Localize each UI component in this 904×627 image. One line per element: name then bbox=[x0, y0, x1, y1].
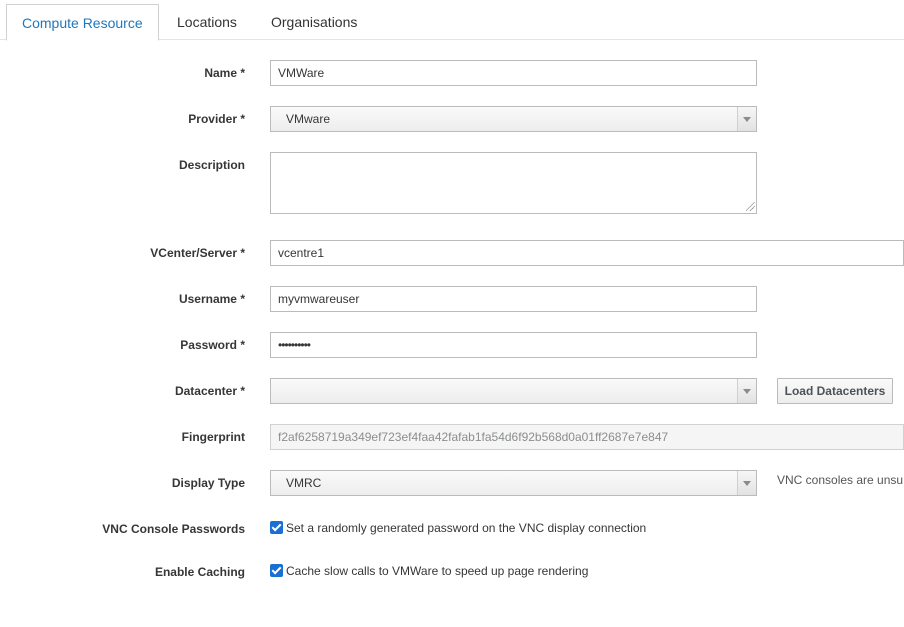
display-type-value: VMRC bbox=[286, 476, 322, 490]
tab-compute-resource[interactable]: Compute Resource bbox=[6, 4, 159, 41]
chevron-down-icon[interactable] bbox=[737, 107, 756, 131]
password-label: Password * bbox=[180, 338, 245, 352]
fingerprint-input[interactable] bbox=[270, 424, 904, 450]
fingerprint-label: Fingerprint bbox=[181, 430, 245, 444]
provider-select[interactable]: VMware bbox=[270, 106, 757, 132]
password-input[interactable] bbox=[270, 332, 757, 358]
username-label: Username * bbox=[178, 292, 245, 306]
datacenter-select[interactable] bbox=[270, 378, 757, 404]
provider-value: VMware bbox=[286, 112, 331, 126]
chevron-down-icon[interactable] bbox=[737, 471, 756, 495]
name-input[interactable] bbox=[270, 60, 757, 86]
name-label: Name * bbox=[204, 66, 245, 80]
tab-bar: Compute Resource Locations Organisations bbox=[0, 0, 904, 41]
caching-text: Cache slow calls to VMWare to speed up p… bbox=[286, 564, 589, 578]
provider-label: Provider * bbox=[188, 112, 245, 126]
vnc-passwords-option: Set a randomly generated password on the… bbox=[270, 521, 646, 535]
caching-label: Enable Caching bbox=[154, 565, 245, 579]
resize-handle-icon[interactable] bbox=[746, 202, 755, 211]
description-textarea[interactable] bbox=[270, 152, 757, 214]
display-type-help-text: VNC consoles are unsu bbox=[777, 473, 904, 487]
username-input[interactable] bbox=[270, 286, 757, 312]
datacenter-label: Datacenter * bbox=[174, 384, 245, 398]
caching-option: Cache slow calls to VMWare to speed up p… bbox=[270, 564, 588, 578]
vnc-passwords-label: VNC Console Passwords bbox=[102, 522, 245, 536]
tab-organisations[interactable]: Organisations bbox=[256, 4, 372, 40]
server-input[interactable] bbox=[270, 240, 904, 266]
load-datacenters-button[interactable]: Load Datacenters bbox=[777, 378, 893, 404]
display-type-label: Display Type bbox=[171, 476, 245, 490]
display-type-select[interactable]: VMRC bbox=[270, 470, 757, 496]
caching-checkbox[interactable] bbox=[270, 564, 283, 577]
description-label: Description bbox=[178, 158, 245, 172]
tab-locations[interactable]: Locations bbox=[162, 4, 252, 40]
server-label: VCenter/Server * bbox=[150, 246, 245, 260]
vnc-passwords-text: Set a randomly generated password on the… bbox=[286, 521, 647, 535]
vnc-passwords-checkbox[interactable] bbox=[270, 521, 283, 534]
chevron-down-icon[interactable] bbox=[737, 379, 756, 403]
